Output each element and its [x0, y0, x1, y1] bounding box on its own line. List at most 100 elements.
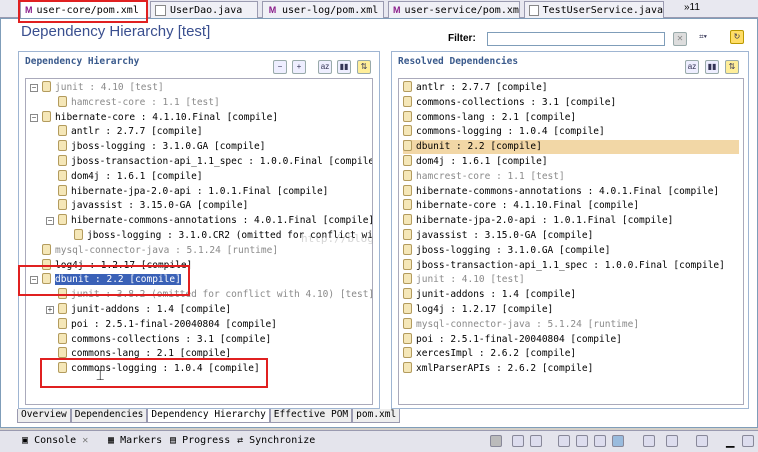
tree-row[interactable]: jboss-logging : 3.1.0.GA [compile] [58, 140, 265, 154]
tab-dependencies[interactable]: Dependencies [70, 409, 148, 423]
tree-row[interactable]: poi : 2.5.1-final-20040804 [compile] [58, 317, 277, 332]
tree-row-label: junit : 4.10 [test] [55, 82, 164, 93]
jar-icon [58, 184, 67, 196]
sort-icon[interactable]: az [685, 60, 699, 74]
list-item[interactable]: dom4j : 1.6.1 [compile] [403, 155, 739, 169]
list-item-label: hibernate-jpa-2.0-api : 1.0.1.Final [com… [416, 215, 674, 227]
more-tabs-indicator[interactable]: »11 [684, 2, 700, 13]
watermark: http://blog [301, 232, 374, 245]
list-item[interactable]: poi : 2.5.1-final-20040804 [compile] [403, 332, 739, 347]
expand-icon[interactable]: + [46, 306, 54, 314]
collapse-icon[interactable]: − [30, 113, 38, 122]
refresh-icon[interactable]: ↻ [730, 30, 744, 44]
list-item[interactable]: junit-addons : 1.4 [compile] [403, 288, 739, 302]
tree-row-label: javassist : 3.15.0-GA [compile] [71, 200, 249, 212]
tree-row-label: jboss-transaction-api_1.1_spec : 1.0.0.F… [71, 156, 373, 167]
collapse-all-icon[interactable]: − [273, 60, 287, 74]
list-item[interactable]: hibernate-jpa-2.0-api : 1.0.1.Final [com… [403, 214, 739, 228]
filter-menu-icon[interactable]: ⌗▾ [696, 31, 710, 45]
clear-filter-icon[interactable]: ✕ [673, 32, 687, 46]
tree-row[interactable]: junit : 4.10 [test] [42, 81, 164, 95]
open-console-icon[interactable] [666, 435, 678, 447]
tab-testuserservice-java[interactable]: TestUserService.java [524, 1, 664, 18]
tree-row[interactable]: hibernate-jpa-2.0-api : 1.0.1.Final [com… [58, 184, 328, 199]
tab-progress[interactable]: ▤ Progress [170, 435, 230, 446]
list-item[interactable]: mysql-connector-java : 5.1.24 [runtime] [403, 317, 739, 332]
list-item[interactable]: antlr : 2.7.7 [compile] [403, 81, 739, 95]
collapse-icon[interactable]: − [46, 217, 54, 226]
scroll-lock-icon[interactable] [576, 435, 588, 447]
tree-row[interactable]: hamcrest-core : 1.1 [test] [58, 95, 220, 110]
list-item[interactable]: jboss-logging : 3.1.0.GA [compile] [403, 243, 739, 258]
list-item[interactable]: commons-logging : 1.0.4 [compile] [403, 125, 739, 139]
list-item[interactable]: dbunit : 2.2 [compile] [403, 140, 739, 155]
jar-icon [42, 243, 51, 255]
expand-all-icon[interactable]: + [292, 60, 306, 74]
resolved-dependencies-header: Resolved Dependencies [398, 56, 519, 67]
tree-row[interactable]: dom4j : 1.6.1 [compile] [58, 169, 203, 184]
list-item[interactable]: junit : 4.10 [test] [403, 273, 739, 287]
jar-icon [42, 110, 51, 122]
tree-row[interactable]: jboss-transaction-api_1.1_spec : 1.0.0.F… [58, 155, 373, 169]
remove-launch-icon[interactable] [512, 435, 524, 447]
list-item-label: log4j : 1.2.17 [compile] [416, 304, 554, 315]
tab-synchronize[interactable]: ⇄ Synchronize [237, 435, 315, 446]
filter-toggle-icon[interactable]: ⇅ [357, 60, 371, 74]
filter-toggle-icon[interactable]: ⇅ [725, 60, 739, 74]
sort-icon[interactable]: az [318, 60, 332, 74]
list-item-label: junit : 4.10 [test] [416, 274, 525, 286]
tree-row[interactable]: hibernate-commons-annotations : 4.0.1.Fi… [58, 214, 372, 228]
close-icon[interactable]: ✕ [82, 435, 88, 446]
jar-icon [403, 273, 412, 285]
list-item[interactable]: xercesImpl : 2.6.2 [compile] [403, 347, 739, 361]
annotation-box-commons-logging [40, 358, 268, 388]
list-item[interactable]: hibernate-core : 4.1.10.Final [compile] [403, 199, 739, 213]
list-item[interactable]: jboss-transaction-api_1.1_spec : 1.0.0.F… [403, 258, 739, 273]
filter-input[interactable] [487, 32, 665, 46]
tab-overview[interactable]: Overview [17, 409, 71, 423]
terminate-icon[interactable] [490, 435, 502, 447]
list-item[interactable]: javassist : 3.15.0-GA [compile] [403, 229, 739, 243]
display-console-icon[interactable] [643, 435, 655, 447]
console-view-bar: ▣ Console ✕ ▦ Markers ▤ Progress ⇄ Synch… [0, 430, 758, 452]
maximize-icon[interactable] [742, 435, 754, 447]
list-item[interactable]: log4j : 1.2.17 [compile] [403, 303, 739, 317]
mouse-cursor-icon: ⌶ [96, 367, 105, 383]
pin-console-icon[interactable] [612, 435, 624, 447]
minimize-icon[interactable]: ▁ [726, 435, 738, 448]
tree-row-label: dom4j : 1.6.1 [compile] [71, 170, 203, 182]
tab-user-log-pom-xml[interactable]: Muser-log/pom.xml [262, 1, 384, 18]
list-item-label: javassist : 3.15.0-GA [compile] [416, 230, 594, 241]
tab-effective-pom[interactable]: Effective POM [269, 409, 353, 423]
tab-markers[interactable]: ▦ Markers [108, 435, 162, 446]
tree-row[interactable]: antlr : 2.7.7 [compile] [58, 125, 203, 139]
show-group-id-icon[interactable]: ▮▮ [705, 60, 719, 74]
tab-userdao-java[interactable]: UserDao.java [150, 1, 258, 18]
tree-row[interactable]: mysql-connector-java : 5.1.24 [runtime] [42, 243, 278, 258]
list-item[interactable]: hibernate-commons-annotations : 4.0.1.Fi… [403, 184, 739, 199]
console-icon: ▣ [22, 435, 29, 446]
tree-row[interactable]: junit-addons : 1.4 [compile] [58, 303, 231, 317]
remove-all-icon[interactable] [530, 435, 542, 447]
word-wrap-icon[interactable] [594, 435, 606, 447]
tab-dependency-hierarchy[interactable]: Dependency Hierarchy [147, 409, 270, 423]
collapse-icon[interactable]: − [30, 84, 38, 92]
tab-pom-xml[interactable]: pom.xml [352, 409, 401, 423]
show-group-id-icon[interactable]: ▮▮ [337, 60, 351, 74]
list-item[interactable]: commons-collections : 3.1 [compile] [403, 95, 739, 110]
new-console-icon[interactable] [696, 435, 708, 447]
tree-row[interactable]: javassist : 3.15.0-GA [compile] [58, 199, 248, 213]
list-item[interactable]: xmlParserAPIs : 2.6.2 [compile] [403, 362, 739, 376]
tree-row[interactable]: hibernate-core : 4.1.10.Final [compile] [42, 110, 278, 125]
tab-console[interactable]: ▣ Console ✕ [22, 435, 88, 446]
tab-label: user-log/pom.xml [282, 4, 379, 16]
list-item[interactable]: hamcrest-core : 1.1 [test] [403, 169, 739, 184]
jar-icon [58, 169, 67, 181]
tree-row-label: hamcrest-core : 1.1 [test] [71, 96, 220, 108]
clear-console-icon[interactable] [558, 435, 570, 447]
list-item-label: poi : 2.5.1-final-20040804 [compile] [416, 333, 622, 345]
tree-row[interactable]: commons-collections : 3.1 [compile] [58, 332, 271, 347]
list-item[interactable]: commons-lang : 2.1 [compile] [403, 110, 739, 125]
list-item-label: hamcrest-core : 1.1 [test] [416, 170, 565, 182]
tab-user-service-pom-xml[interactable]: Muser-service/pom.xml [388, 1, 520, 18]
